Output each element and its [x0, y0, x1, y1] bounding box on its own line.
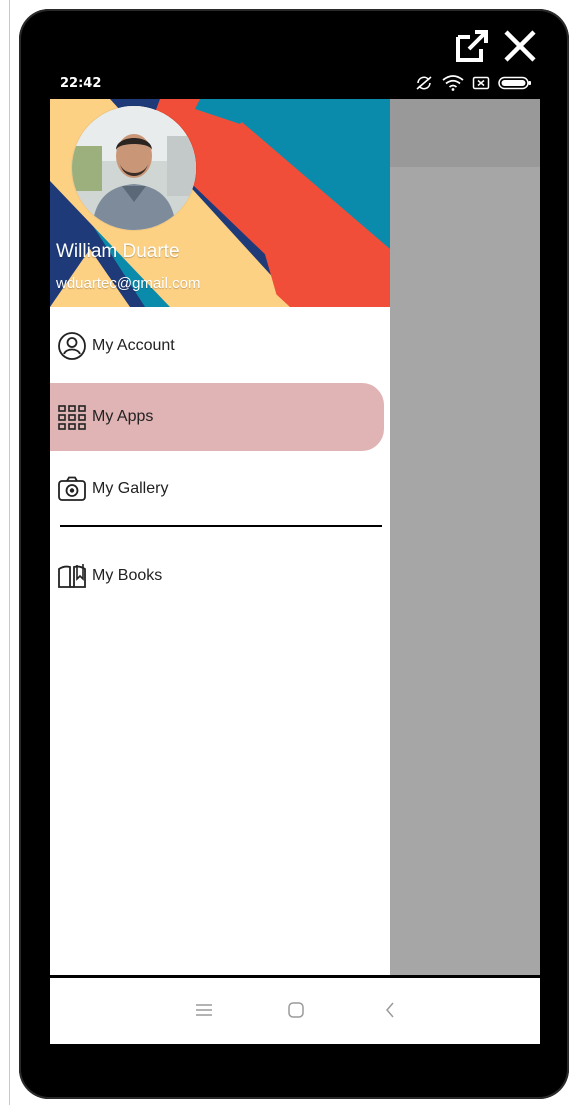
status-bar: 22:42 — [50, 67, 540, 99]
drawer-item-label: My Apps — [92, 408, 154, 425]
camera-icon — [56, 473, 88, 505]
drawer-item-my-gallery[interactable]: My Gallery — [50, 455, 390, 523]
system-nav-bar — [50, 978, 540, 1044]
drawer-scrim[interactable] — [390, 99, 540, 975]
back-icon[interactable] — [378, 998, 402, 1022]
open-external-icon[interactable] — [453, 27, 493, 67]
sim-icon — [472, 75, 490, 91]
user-email: wduartec@gmail.com — [56, 275, 201, 292]
battery-icon — [498, 75, 532, 91]
menu-icon[interactable] — [192, 998, 216, 1022]
drawer-divider — [60, 525, 382, 527]
status-time: 22:42 — [60, 76, 102, 91]
user-name: William Duarte — [56, 241, 180, 262]
drawer-item-my-apps[interactable]: My Apps — [50, 383, 390, 451]
drawer-item-label: My Books — [92, 567, 163, 584]
drawer-item-label: My Gallery — [92, 480, 169, 497]
account-circle-icon — [56, 330, 88, 362]
avatar[interactable] — [72, 106, 196, 230]
app-screen: 22:42 William Duarte wduartec@gmail.com … — [50, 67, 540, 1044]
drawer-item-label: My Account — [92, 337, 175, 354]
close-icon[interactable] — [500, 27, 540, 67]
device-frame: 22:42 William Duarte wduartec@gmail.com … — [19, 9, 569, 1099]
drawer-header: William Duarte wduartec@gmail.com — [50, 99, 390, 307]
wifi-icon — [442, 75, 464, 91]
rotate-off-icon — [414, 75, 434, 91]
home-icon[interactable] — [284, 998, 308, 1022]
drawer-item-my-books[interactable]: My Books — [50, 542, 390, 610]
app-bar-behind-scrim — [390, 99, 540, 167]
drawer-item-my-account[interactable]: My Account — [50, 312, 390, 380]
apps-grid-icon — [56, 401, 88, 433]
navigation-drawer: William Duarte wduartec@gmail.com My Acc… — [50, 99, 390, 975]
book-icon — [56, 560, 88, 592]
frame-border — [9, 0, 10, 1105]
